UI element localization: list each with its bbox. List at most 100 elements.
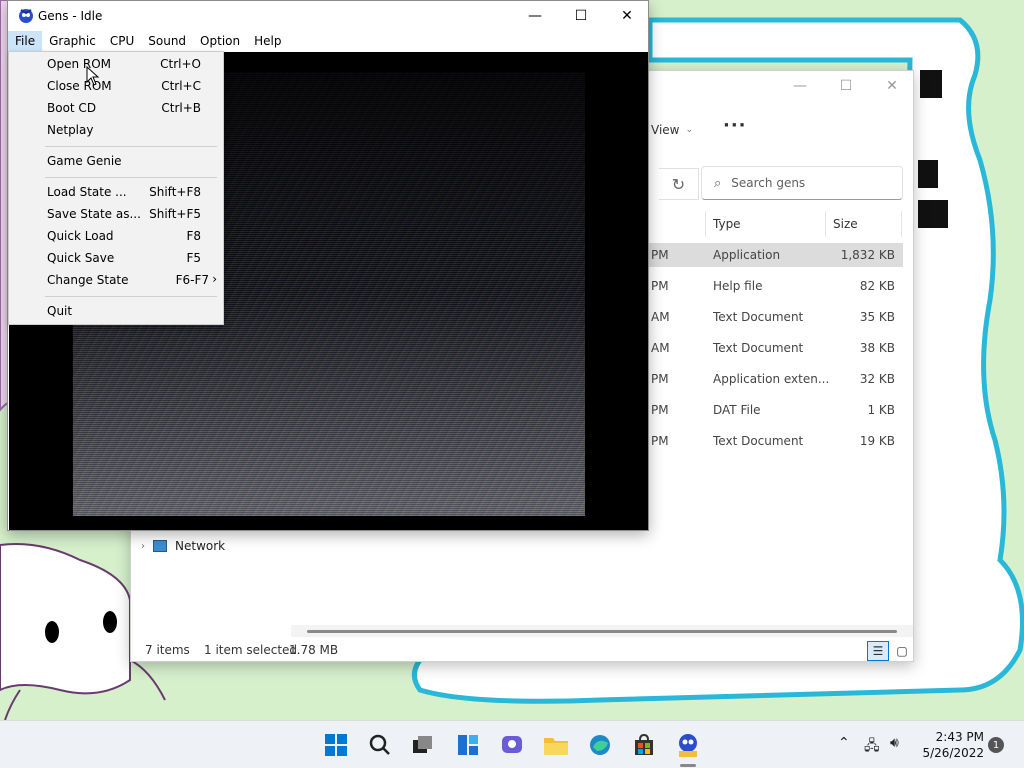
menu-cpu[interactable]: CPU [103, 31, 141, 51]
file-size: 35 KB [859, 310, 895, 324]
menu-separator [45, 177, 217, 178]
view-label: View [651, 123, 680, 137]
menu-item-close-rom[interactable]: Close ROM Ctrl+C [9, 75, 223, 97]
clock-date: 5/26/2022 [922, 746, 984, 760]
details-view-icon[interactable]: ☰ [867, 641, 889, 661]
search-placeholder: Search gens [731, 176, 806, 190]
menu-item-label: Quick Save [47, 251, 115, 265]
menu-option[interactable]: Option [193, 31, 247, 51]
column-header-type[interactable]: Type [713, 211, 741, 237]
store-icon[interactable] [628, 729, 660, 761]
column-separator [705, 211, 706, 237]
chevron-right-icon: › [141, 540, 145, 552]
menu-separator [45, 146, 217, 147]
menu-graphic[interactable]: Graphic [42, 31, 103, 51]
window-title: Gens - Idle [38, 9, 103, 23]
file-type: Application exten... [713, 372, 830, 386]
menu-item-label: Load State ... [47, 185, 127, 199]
file-type: Help file [713, 279, 763, 293]
volume-icon[interactable]: 🔊︎ [890, 735, 899, 751]
close-button[interactable]: ✕ [869, 71, 915, 101]
menu-item-boot-cd[interactable]: Boot CD Ctrl+B [9, 97, 223, 119]
menu-item-shortcut: F5 [186, 251, 201, 265]
file-size: 19 KB [859, 434, 895, 448]
task-view-icon[interactable] [406, 729, 438, 761]
file-size: 32 KB [859, 372, 895, 386]
menu-item-label: Save State as... [47, 207, 141, 221]
tiles-view-icon[interactable]: ▢ [891, 641, 913, 661]
file-type: Text Document [713, 341, 804, 355]
file-date: AM [651, 310, 670, 324]
column-header-size[interactable]: Size [833, 211, 858, 237]
nav-network[interactable]: › Network [141, 539, 225, 553]
file-date: AM [651, 341, 670, 355]
column-separator [825, 211, 826, 237]
file-explorer-icon[interactable] [540, 729, 572, 761]
menu-item-shortcut: Shift+F5 [149, 207, 201, 221]
active-app-indicator [680, 764, 696, 767]
more-options-icon[interactable]: ··· [723, 115, 747, 136]
menu-item-open-rom[interactable]: Open ROM Ctrl+O [9, 53, 223, 75]
mouse-cursor-icon [86, 66, 100, 86]
network-status-icon[interactable]: 🖧 [864, 735, 880, 759]
menu-item-load-state[interactable]: Load State ... Shift+F8 [9, 181, 223, 203]
search-input[interactable]: ⌕ Search gens [701, 166, 903, 200]
menu-sound[interactable]: Sound [141, 31, 193, 51]
close-button[interactable]: ✕ [604, 1, 650, 31]
menu-item-game-genie[interactable]: Game Genie [9, 150, 223, 172]
clock-time: 2:43 PM [935, 730, 984, 744]
menu-item-save-state-as[interactable]: Save State as... Shift+F5 [9, 203, 223, 225]
chevron-up-icon[interactable]: ⌃ [838, 735, 850, 751]
sonic-icon [19, 9, 33, 23]
maximize-button[interactable]: ☐ [823, 71, 869, 101]
file-size: 38 KB [859, 341, 895, 355]
clock[interactable]: 2:43 PM 5/26/2022 [910, 729, 984, 761]
file-type: Text Document [713, 434, 804, 448]
menu-item-label: Quit [47, 304, 73, 318]
menu-item-quick-load[interactable]: Quick Load F8 [9, 225, 223, 247]
menu-item-shortcut: Ctrl+C [161, 79, 201, 93]
taskbar: ⌃ 🖧 🔊︎ 2:43 PM 5/26/2022 1 [0, 720, 1024, 768]
file-date: PM [651, 279, 669, 293]
edge-icon[interactable] [584, 729, 616, 761]
refresh-icon[interactable]: ↻ [659, 168, 699, 200]
file-size: 1 KB [867, 403, 895, 417]
chat-icon[interactable] [496, 729, 528, 761]
chevron-down-icon: ⌄ [685, 125, 694, 135]
menu-bar: File Graphic CPU Sound Option Help [8, 31, 648, 51]
scrollbar-thumb[interactable] [307, 630, 897, 633]
menu-item-shortcut: F8 [186, 229, 201, 243]
menu-item-label: Open ROM [47, 57, 112, 71]
minimize-button[interactable]: — [512, 1, 558, 31]
column-separator [901, 211, 902, 237]
status-item-count: 7 items [145, 643, 190, 657]
menu-item-label: Boot CD [47, 101, 97, 115]
menu-item-change-state[interactable]: Change State F6-F7 › [9, 269, 223, 291]
menu-help[interactable]: Help [247, 31, 288, 51]
gens-icon[interactable] [672, 729, 704, 761]
notification-badge[interactable]: 1 [988, 737, 1004, 753]
menu-file[interactable]: File [8, 31, 43, 51]
search-icon[interactable] [364, 729, 396, 761]
windows-start-icon[interactable] [320, 729, 352, 761]
menu-item-quit[interactable]: Quit [9, 300, 223, 322]
file-date: PM [651, 403, 669, 417]
minimize-button[interactable]: — [777, 71, 823, 101]
menu-item-shortcut: F6-F7 [175, 273, 209, 287]
menu-item-quick-save[interactable]: Quick Save F5 [9, 247, 223, 269]
search-icon: ⌕ [714, 175, 722, 191]
gens-title-bar: Gens - Idle — ☐ ✕ [8, 1, 648, 31]
file-type: DAT File [713, 403, 761, 417]
file-menu-dropdown: Open ROM Ctrl+O Close ROM Ctrl+C Boot CD Ctrl… [8, 51, 224, 325]
status-size: 1.78 MB [289, 643, 339, 657]
menu-item-shortcut: Ctrl+O [160, 57, 201, 71]
menu-item-shortcut: Shift+F8 [149, 185, 201, 199]
menu-item-netplay[interactable]: Netplay [9, 119, 223, 141]
widgets-icon[interactable] [452, 729, 484, 761]
maximize-button[interactable]: ☐ [558, 1, 604, 31]
menu-item-label: Close ROM [47, 79, 112, 93]
view-button[interactable]: View ⌄ [651, 123, 693, 137]
file-date: PM [651, 248, 669, 262]
menu-item-label: Change State [47, 273, 129, 287]
menu-item-label: Game Genie [47, 154, 122, 168]
